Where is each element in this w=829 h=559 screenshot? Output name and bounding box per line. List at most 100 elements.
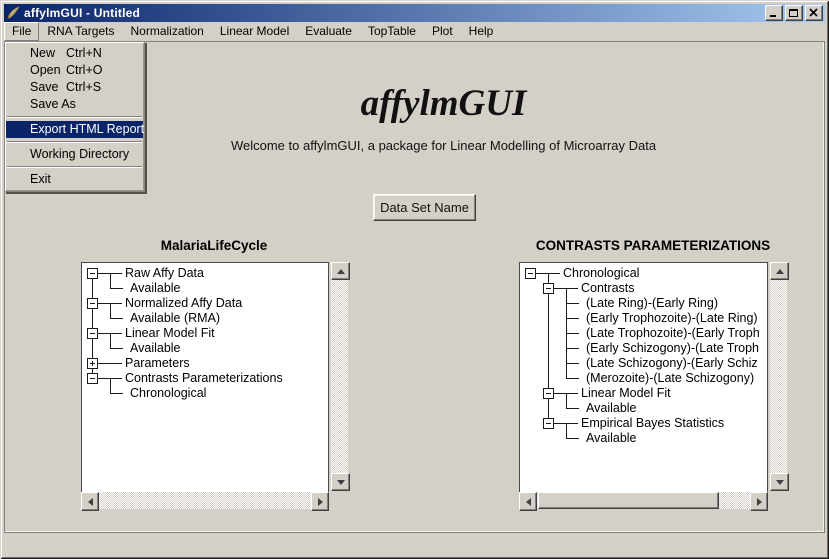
tree-item-label[interactable]: Parameters: [125, 356, 190, 371]
menu-item-new[interactable]: NewCtrl+N: [6, 45, 143, 62]
tree-collapse-icon[interactable]: [87, 298, 98, 309]
tree-guide-line: [98, 363, 122, 364]
tree-collapse-icon[interactable]: [525, 268, 536, 279]
app-title: affylmGUI: [63, 82, 824, 125]
tree-item-label[interactable]: Available: [130, 341, 181, 356]
scroll-track[interactable]: [331, 280, 348, 473]
tree-item-label[interactable]: Available: [586, 401, 637, 416]
scroll-left-button[interactable]: [519, 492, 537, 511]
tree-row: Chronological: [520, 266, 767, 281]
tree-item-label[interactable]: (Late Schizogony)-(Early Schiz: [586, 356, 758, 371]
tree-expand-icon[interactable]: [87, 358, 98, 369]
scroll-up-button[interactable]: [770, 262, 789, 280]
tree-guide-line: [566, 438, 579, 439]
tree-collapse-icon[interactable]: [543, 418, 554, 429]
tree-item-label[interactable]: Available: [586, 431, 637, 446]
tree-view-contrasts-parameterizations[interactable]: ChronologicalContrasts(Late Ring)-(Early…: [519, 262, 768, 494]
menu-item-exit[interactable]: Exit: [6, 171, 143, 188]
menu-item-open[interactable]: OpenCtrl+O: [6, 62, 143, 79]
menu-separator: [7, 116, 142, 118]
tree-item-label[interactable]: (Early Trophozoite)-(Late Ring): [586, 311, 758, 326]
scroll-right-button[interactable]: [311, 492, 329, 511]
scroll-up-button[interactable]: [331, 262, 350, 280]
tree-row: (Late Trophozoite)-(Early Troph: [520, 326, 767, 341]
tree-guide-line: [566, 401, 567, 408]
tree-item-label[interactable]: Available: [130, 281, 181, 296]
scroll-down-button[interactable]: [770, 473, 789, 491]
window-controls: [765, 5, 825, 21]
tree-collapse-icon[interactable]: [87, 328, 98, 339]
tree-row: Linear Model Fit: [520, 386, 767, 401]
tree-guide-line: [110, 393, 123, 394]
right-tree-horizontal-scrollbar[interactable]: [519, 492, 768, 509]
tree-guide-line: [566, 348, 567, 356]
tree-row: Raw Affy Data: [82, 266, 328, 281]
tree-item-label[interactable]: (Late Trophozoite)-(Early Troph: [586, 326, 760, 341]
arrow-right-icon: [757, 498, 762, 506]
tree-row: Available (RMA): [82, 311, 328, 326]
tree-guide-line: [566, 288, 567, 296]
tree-item-label[interactable]: Contrasts Parameterizations: [125, 371, 283, 386]
title-bar[interactable]: affylmGUI - Untitled: [4, 4, 825, 22]
menubar-item-toptable[interactable]: TopTable: [360, 22, 424, 41]
tree-item-label[interactable]: Available (RMA): [130, 311, 220, 326]
tree-guide-line: [566, 333, 579, 334]
tree-row: Available: [82, 281, 328, 296]
scroll-track[interactable]: [537, 492, 750, 509]
tree-row: Contrasts Parameterizations: [82, 371, 328, 386]
scroll-down-button[interactable]: [331, 473, 350, 491]
tree-guide-line: [566, 333, 567, 341]
menu-item-label: Exit: [30, 171, 66, 188]
menu-item-save-as[interactable]: Save As: [6, 96, 143, 113]
right-tree-vertical-scrollbar[interactable]: [770, 262, 787, 491]
menu-item-working-directory[interactable]: Working Directory: [6, 146, 143, 163]
tree-guide-line: [548, 401, 549, 416]
tree-item-label[interactable]: Normalized Affy Data: [125, 296, 242, 311]
left-tree-horizontal-scrollbar[interactable]: [81, 492, 329, 509]
tree-item-label[interactable]: Chronological: [563, 266, 639, 281]
tree-item-label[interactable]: (Merozoite)-(Late Schizogony): [586, 371, 754, 386]
menubar-item-linear-model[interactable]: Linear Model: [212, 22, 297, 41]
tree-item-label[interactable]: Raw Affy Data: [125, 266, 204, 281]
menubar-item-file[interactable]: File: [4, 22, 39, 41]
tree-guide-line: [110, 348, 123, 349]
tree-collapse-icon[interactable]: [87, 373, 98, 384]
tree-collapse-icon[interactable]: [543, 388, 554, 399]
menubar-item-evaluate[interactable]: Evaluate: [297, 22, 360, 41]
tree-collapse-icon[interactable]: [543, 283, 554, 294]
tree-collapse-icon[interactable]: [87, 268, 98, 279]
menu-item-save[interactable]: SaveCtrl+S: [6, 79, 143, 96]
maximize-button[interactable]: [785, 5, 803, 21]
tree-row: Available: [520, 431, 767, 446]
menubar-item-rna-targets[interactable]: RNA Targets: [39, 22, 122, 41]
tree-item-label[interactable]: Contrasts: [581, 281, 635, 296]
tree-guide-line: [110, 318, 123, 319]
scroll-right-button[interactable]: [750, 492, 768, 511]
tree-item-label[interactable]: Chronological: [130, 386, 206, 401]
menubar-item-normalization[interactable]: Normalization: [123, 22, 212, 41]
scroll-track[interactable]: [770, 280, 787, 473]
tree-guide-line: [548, 311, 549, 326]
tree-item-label[interactable]: Linear Model Fit: [581, 386, 671, 401]
scroll-left-button[interactable]: [81, 492, 99, 511]
scroll-thumb[interactable]: [538, 492, 719, 509]
tree-guide-line: [548, 326, 549, 341]
tree-guide-line: [110, 303, 111, 311]
tree-item-label[interactable]: Linear Model Fit: [125, 326, 215, 341]
tree-view-malarialifecycle[interactable]: Raw Affy DataAvailableNormalized Affy Da…: [81, 262, 329, 494]
tree-item-label[interactable]: (Early Schizogony)-(Late Troph: [586, 341, 759, 356]
data-set-name-button[interactable]: Data Set Name: [373, 194, 476, 221]
menubar-item-plot[interactable]: Plot: [424, 22, 461, 41]
tree-item-label[interactable]: Empirical Bayes Statistics: [581, 416, 724, 431]
menu-item-export-html-report[interactable]: Export HTML Report: [6, 121, 143, 138]
left-tree-vertical-scrollbar[interactable]: [331, 262, 348, 491]
tree-row: Empirical Bayes Statistics: [520, 416, 767, 431]
menubar-item-help[interactable]: Help: [461, 22, 502, 41]
left-tree-title: MalariaLifeCycle: [79, 238, 349, 255]
scroll-track[interactable]: [99, 492, 311, 509]
menu-item-accelerator: Ctrl+O: [66, 63, 102, 77]
tree-item-label[interactable]: (Late Ring)-(Early Ring): [586, 296, 718, 311]
close-button[interactable]: [805, 5, 823, 21]
tree-guide-line: [566, 378, 579, 379]
minimize-button[interactable]: [765, 5, 783, 21]
